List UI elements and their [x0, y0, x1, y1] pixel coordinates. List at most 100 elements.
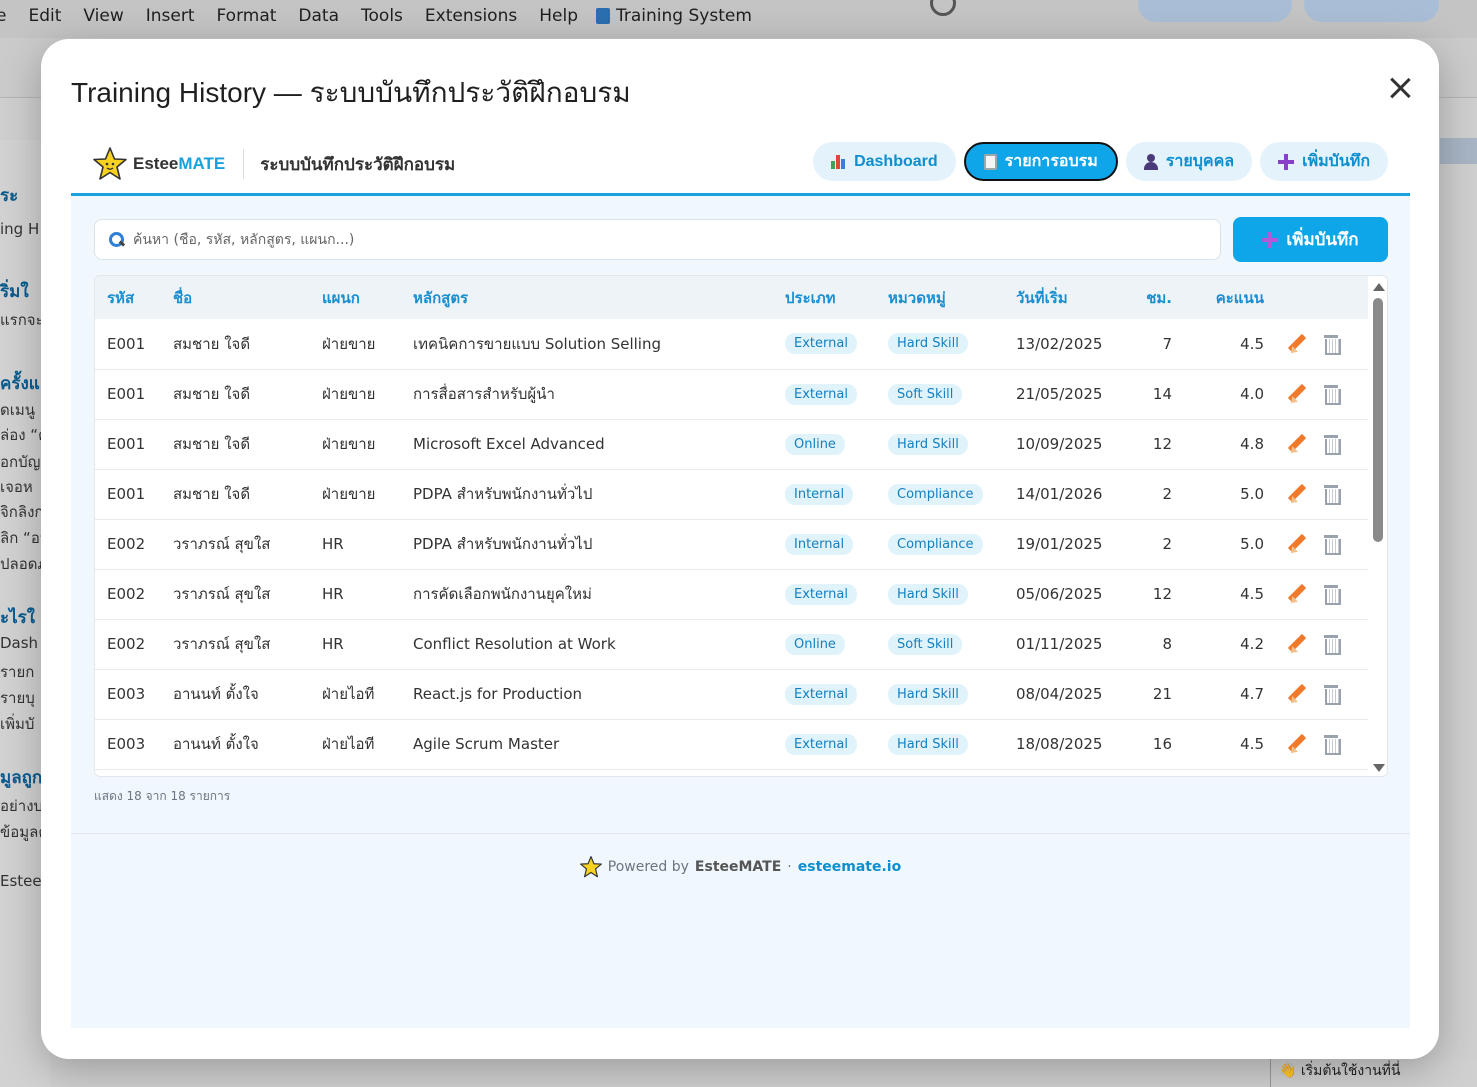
delete-trash-icon[interactable] — [1322, 735, 1341, 755]
cell-hours: 14 — [1122, 369, 1184, 420]
type-badge: External — [785, 333, 857, 355]
background-menu-item: e — [0, 6, 7, 26]
search-input[interactable] — [133, 231, 1183, 248]
edit-pencil-icon[interactable] — [1288, 585, 1306, 603]
background-sidebar-text: ริ่มใ — [0, 282, 29, 302]
background-menu-item: Extensions — [424, 6, 518, 26]
history-icon — [930, 0, 956, 16]
col-header-name[interactable]: ชื่อ — [161, 276, 310, 319]
type-badge: External — [785, 733, 857, 755]
edit-pencil-icon[interactable] — [1288, 635, 1306, 653]
cell-start-date: 19/01/2025 — [1004, 519, 1122, 570]
training-table-container[interactable]: รหัส ชื่อ แผนก หลักสูตร ประเภท หมวดหมู่ … — [94, 275, 1388, 777]
scrollbar-thumb[interactable] — [1373, 298, 1383, 542]
tab-add-record[interactable]: เพิ่มบันทึก — [1260, 142, 1388, 181]
table-row[interactable]: E001 สมชาย ใจดี ฝ่ายขาย PDPA สำหรับพนักงานท… — [95, 469, 1368, 520]
background-sidebar-text: แรกจะ — [0, 311, 44, 329]
table-row[interactable]: E003 อานนท์ ตั้งใจ ฝ่ายไอที Agile Scrum Mas… — [95, 719, 1368, 770]
delete-trash-icon[interactable] — [1322, 334, 1341, 355]
record-count: แสดง 18 จาก 18 รายการ — [94, 789, 231, 803]
cell-actions — [1276, 319, 1368, 370]
cell-start-date: 10/09/2025 — [1004, 419, 1122, 470]
background-sidebar-text: จิกลิงก — [0, 503, 44, 521]
cell-course: React.js for Production — [401, 669, 773, 720]
table-scrollbar[interactable] — [1368, 276, 1387, 776]
delete-trash-icon[interactable] — [1322, 535, 1341, 555]
table-row[interactable]: E002 วราภรณ์ สุขใส HR PDPA สำหรับพนักงานทั่… — [95, 519, 1368, 570]
background-sidebar-text: ครั้งแ — [0, 374, 40, 394]
app-header: EsteeMATE ระบบบันทึกประวัติฝึกอบรม Dashb… — [71, 135, 1410, 196]
cell-hours: 16 — [1122, 719, 1184, 770]
cell-dept: ฝ่ายขาย — [310, 419, 401, 470]
delete-trash-icon[interactable] — [1322, 685, 1341, 705]
type-badge: External — [785, 383, 857, 405]
table-row[interactable]: E001 สมชาย ใจดี ฝ่ายขาย เทคนิคการขายแบบ Sol… — [95, 319, 1368, 370]
cell-dept: HR — [310, 619, 401, 670]
cell-name: สมชาย ใจดี — [161, 319, 310, 370]
edit-pencil-icon[interactable] — [1288, 385, 1306, 403]
cell-actions — [1276, 619, 1368, 670]
cell-hours: 12 — [1122, 569, 1184, 620]
table-row[interactable]: E002 วราภรณ์ สุขใส HR การคัดเลือกพนักงานยุค… — [95, 569, 1368, 620]
col-header-id[interactable]: รหัส — [95, 276, 161, 319]
edit-pencil-icon[interactable] — [1288, 435, 1306, 453]
cell-dept: ฝ่ายไอที — [310, 719, 401, 770]
col-header-hours[interactable]: ชม. — [1122, 276, 1184, 319]
app-footer: Powered by EsteeMATE · esteemate.io — [71, 833, 1410, 1028]
tab-dashboard[interactable]: Dashboard — [813, 142, 956, 181]
scroll-down-icon[interactable] — [1373, 764, 1385, 772]
table-body: E001 สมชาย ใจดี ฝ่ายขาย เทคนิคการขายแบบ Sol… — [95, 319, 1368, 770]
category-badge: Compliance — [888, 483, 983, 505]
table-header-row: รหัส ชื่อ แผนก หลักสูตร ประเภท หมวดหมู่ … — [95, 276, 1368, 319]
col-header-dept[interactable]: แผนก — [310, 276, 401, 319]
background-menu: e Edit View Insert Format Data Tools Extensions… — [0, 6, 752, 26]
cell-name: วราภรณ์ สุขใส — [161, 619, 310, 670]
add-record-button[interactable]: เพิ่มบันทึก — [1233, 217, 1388, 262]
row-actions — [1288, 385, 1356, 405]
training-history-modal: Training History — ระบบบันทึกประวัติฝึกอ… — [41, 39, 1439, 1059]
person-icon — [1143, 153, 1158, 170]
edit-pencil-icon[interactable] — [1288, 485, 1306, 503]
scroll-up-icon[interactable] — [1373, 283, 1385, 291]
col-header-score[interactable]: คะแนน — [1184, 276, 1276, 319]
category-badge: Hard Skill — [888, 583, 968, 605]
col-header-type[interactable]: ประเภท — [773, 276, 876, 319]
delete-trash-icon[interactable] — [1322, 585, 1341, 605]
delete-trash-icon[interactable] — [1322, 385, 1341, 405]
tab-individual[interactable]: รายบุคคล — [1125, 142, 1253, 181]
table-row[interactable]: E001 สมชาย ใจดี ฝ่ายขาย การสื่อสารสำหรับผู้… — [95, 369, 1368, 420]
cell-dept: HR — [310, 519, 401, 570]
edit-pencil-icon[interactable] — [1288, 335, 1306, 353]
cell-actions — [1276, 719, 1368, 770]
type-badge: Online — [785, 433, 845, 455]
delete-trash-icon[interactable] — [1322, 485, 1341, 505]
close-icon[interactable] — [1387, 75, 1413, 101]
col-header-category[interactable]: หมวดหมู่ — [876, 276, 1004, 319]
table-row[interactable]: E001 สมชาย ใจดี ฝ่ายขาย Microsoft Excel Adv… — [95, 419, 1368, 470]
delete-trash-icon[interactable] — [1322, 635, 1341, 655]
row-actions — [1288, 735, 1356, 755]
background-menu-item: Format — [216, 6, 277, 26]
cell-dept: ฝ่ายขาย — [310, 369, 401, 420]
cell-type: Online — [773, 419, 876, 470]
tab-training-list[interactable]: รายการอบรม — [963, 142, 1118, 181]
search-box[interactable] — [94, 219, 1221, 260]
cell-id: E003 — [95, 669, 161, 720]
cell-category: Hard Skill — [876, 669, 1004, 720]
row-actions — [1288, 585, 1356, 605]
cell-type: External — [773, 369, 876, 420]
tab-individual-label: รายบุคคล — [1165, 153, 1235, 170]
row-actions — [1288, 435, 1356, 455]
table-row[interactable]: E003 อานนท์ ตั้งใจ ฝ่ายไอที React.js for Pr… — [95, 669, 1368, 720]
footer-website-link[interactable]: esteemate.io — [798, 859, 901, 875]
star-logo-icon — [93, 147, 127, 180]
cell-score: 5.0 — [1184, 519, 1276, 570]
edit-pencil-icon[interactable] — [1288, 685, 1306, 703]
brand-name: EsteeMATE — [133, 154, 226, 173]
col-header-start-date[interactable]: วันที่เริ่ม — [1004, 276, 1122, 319]
edit-pencil-icon[interactable] — [1288, 535, 1306, 553]
edit-pencil-icon[interactable] — [1288, 735, 1306, 753]
delete-trash-icon[interactable] — [1322, 435, 1341, 455]
col-header-course[interactable]: หลักสูตร — [401, 276, 773, 319]
table-row[interactable]: E002 วราภรณ์ สุขใส HR Conflict Resolution a… — [95, 619, 1368, 670]
